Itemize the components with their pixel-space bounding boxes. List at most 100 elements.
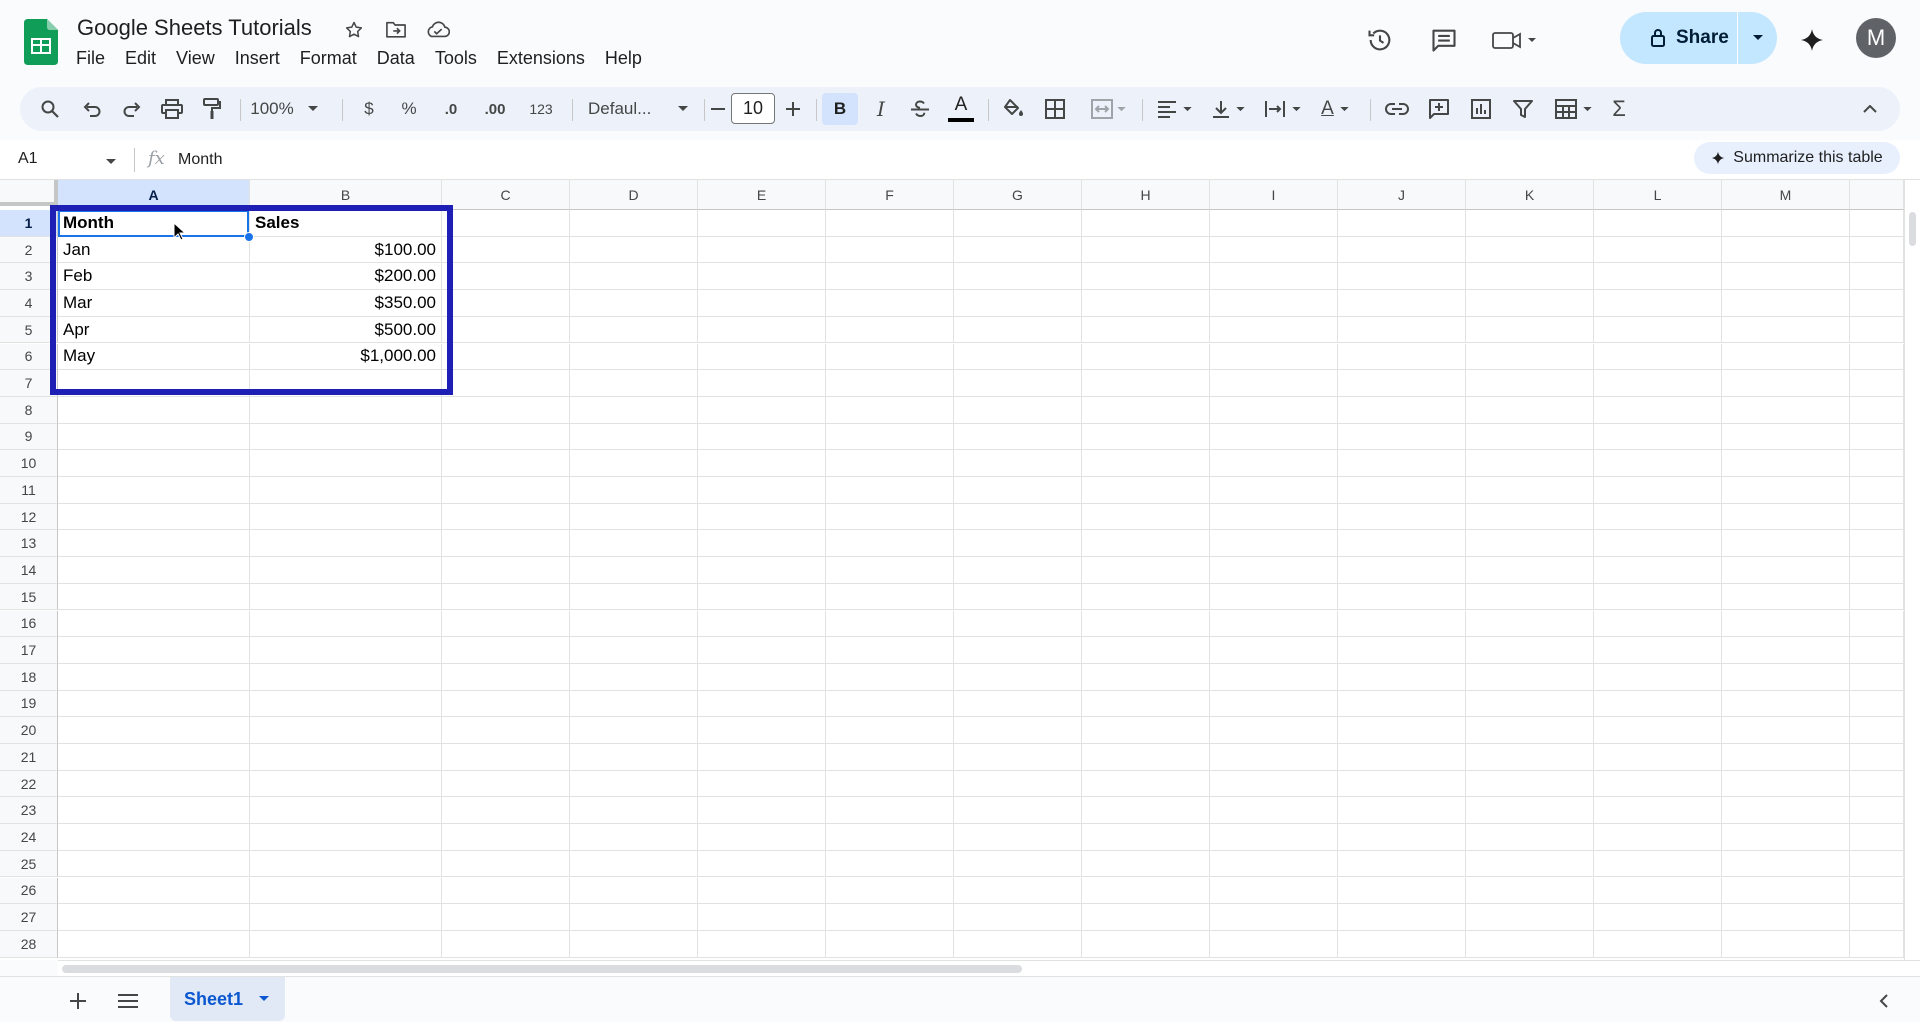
cell-H14[interactable] xyxy=(1082,557,1210,584)
cell-I28[interactable] xyxy=(1210,930,1338,958)
cell-L8[interactable] xyxy=(1594,396,1722,424)
cell-D28[interactable] xyxy=(570,930,698,958)
formula-input[interactable]: Month xyxy=(178,151,222,169)
cell-K19[interactable] xyxy=(1466,690,1594,718)
cell-C18[interactable] xyxy=(442,663,570,691)
cell-I20[interactable] xyxy=(1210,717,1338,744)
cell-I22[interactable] xyxy=(1210,770,1338,798)
cell-C27[interactable] xyxy=(442,904,570,931)
cell-M11[interactable] xyxy=(1722,477,1850,504)
cell-L10[interactable] xyxy=(1594,450,1722,477)
cell-K1[interactable] xyxy=(1466,210,1594,237)
cell-A17[interactable] xyxy=(58,637,250,664)
undo-icon[interactable] xyxy=(76,93,108,125)
summarize-table-button[interactable]: Summarize this table xyxy=(1694,142,1900,174)
cell-H4[interactable] xyxy=(1082,290,1210,317)
cell-F4[interactable] xyxy=(826,290,954,317)
cell-L27[interactable] xyxy=(1594,904,1722,931)
cell-I14[interactable] xyxy=(1210,557,1338,584)
cell-K25[interactable] xyxy=(1466,850,1594,878)
cell-B24[interactable] xyxy=(250,824,442,851)
add-sheet-icon[interactable] xyxy=(62,985,94,1017)
redo-icon[interactable] xyxy=(116,93,148,125)
cell-M8[interactable] xyxy=(1722,396,1850,424)
cell-M21[interactable] xyxy=(1722,744,1850,771)
gemini-sparkle-icon[interactable] xyxy=(1792,20,1832,60)
cell-L22[interactable] xyxy=(1594,770,1722,798)
cell-B12[interactable] xyxy=(250,503,442,531)
cell-F21[interactable] xyxy=(826,744,954,771)
cell-I8[interactable] xyxy=(1210,396,1338,424)
cell-F2[interactable] xyxy=(826,236,954,264)
cell-K23[interactable] xyxy=(1466,797,1594,825)
account-avatar[interactable]: M xyxy=(1856,18,1896,58)
cell-H24[interactable] xyxy=(1082,824,1210,851)
cell-J8[interactable] xyxy=(1338,396,1466,424)
cell-G22[interactable] xyxy=(954,770,1082,798)
cell-F13[interactable] xyxy=(826,530,954,558)
cell-B22[interactable] xyxy=(250,770,442,798)
cell-J11[interactable] xyxy=(1338,477,1466,504)
insert-chart-icon[interactable] xyxy=(1464,93,1498,125)
cell-E2[interactable] xyxy=(698,236,826,264)
cell-D15[interactable] xyxy=(570,583,698,611)
cell-E13[interactable] xyxy=(698,530,826,558)
cell-G15[interactable] xyxy=(954,583,1082,611)
cell-G12[interactable] xyxy=(954,503,1082,531)
cell-M17[interactable] xyxy=(1722,637,1850,664)
cell-L15[interactable] xyxy=(1594,583,1722,611)
cell-E23[interactable] xyxy=(698,797,826,825)
document-title[interactable]: Google Sheets Tutorials xyxy=(77,15,312,41)
cell-J27[interactable] xyxy=(1338,904,1466,931)
cell-J20[interactable] xyxy=(1338,717,1466,744)
cell-G4[interactable] xyxy=(954,290,1082,317)
cell-H11[interactable] xyxy=(1082,477,1210,504)
paint-format-icon[interactable] xyxy=(196,93,228,125)
cell-L1[interactable] xyxy=(1594,210,1722,237)
cloud-saved-icon[interactable] xyxy=(424,16,452,44)
cell-J17[interactable] xyxy=(1338,637,1466,664)
cell-B20[interactable] xyxy=(250,717,442,744)
cell-L13[interactable] xyxy=(1594,530,1722,558)
cell-L5[interactable] xyxy=(1594,316,1722,344)
column-header[interactable]: M xyxy=(1722,180,1850,210)
cell-D19[interactable] xyxy=(570,690,698,718)
cell-F27[interactable] xyxy=(826,904,954,931)
cell-L7[interactable] xyxy=(1594,370,1722,397)
cell-L14[interactable] xyxy=(1594,557,1722,584)
cell-A10[interactable] xyxy=(58,450,250,477)
cell-I6[interactable] xyxy=(1210,343,1338,371)
cell-M12[interactable] xyxy=(1722,503,1850,531)
cell-J26[interactable] xyxy=(1338,877,1466,905)
cell-M19[interactable] xyxy=(1722,690,1850,718)
cell-D1[interactable] xyxy=(570,210,698,237)
horizontal-scroll-thumb[interactable] xyxy=(62,965,1022,973)
cell-G21[interactable] xyxy=(954,744,1082,771)
cell-C26[interactable] xyxy=(442,877,570,905)
cell-K10[interactable] xyxy=(1466,450,1594,477)
cell-J25[interactable] xyxy=(1338,850,1466,878)
cell-M27[interactable] xyxy=(1722,904,1850,931)
decrease-font-size-icon[interactable] xyxy=(708,93,728,125)
cell-L2[interactable] xyxy=(1594,236,1722,264)
filter-icon[interactable] xyxy=(1506,93,1540,125)
cell-G2[interactable] xyxy=(954,236,1082,264)
cell-L12[interactable] xyxy=(1594,503,1722,531)
cell-J22[interactable] xyxy=(1338,770,1466,798)
cell-A16[interactable] xyxy=(58,610,250,638)
cell-C3[interactable] xyxy=(442,263,570,291)
menu-format[interactable]: Format xyxy=(290,46,367,71)
cell-C10[interactable] xyxy=(442,450,570,477)
cell-H10[interactable] xyxy=(1082,450,1210,477)
cell-M23[interactable] xyxy=(1722,797,1850,825)
cell-I27[interactable] xyxy=(1210,904,1338,931)
cell-E12[interactable] xyxy=(698,503,826,531)
cell-D16[interactable] xyxy=(570,610,698,638)
cell-J23[interactable] xyxy=(1338,797,1466,825)
row-header[interactable]: 13 xyxy=(0,530,58,558)
cell-C6[interactable] xyxy=(442,343,570,371)
cell-E10[interactable] xyxy=(698,450,826,477)
cell-L4[interactable] xyxy=(1594,290,1722,317)
cell-L9[interactable] xyxy=(1594,423,1722,451)
percent-format-button[interactable]: % xyxy=(394,93,424,125)
